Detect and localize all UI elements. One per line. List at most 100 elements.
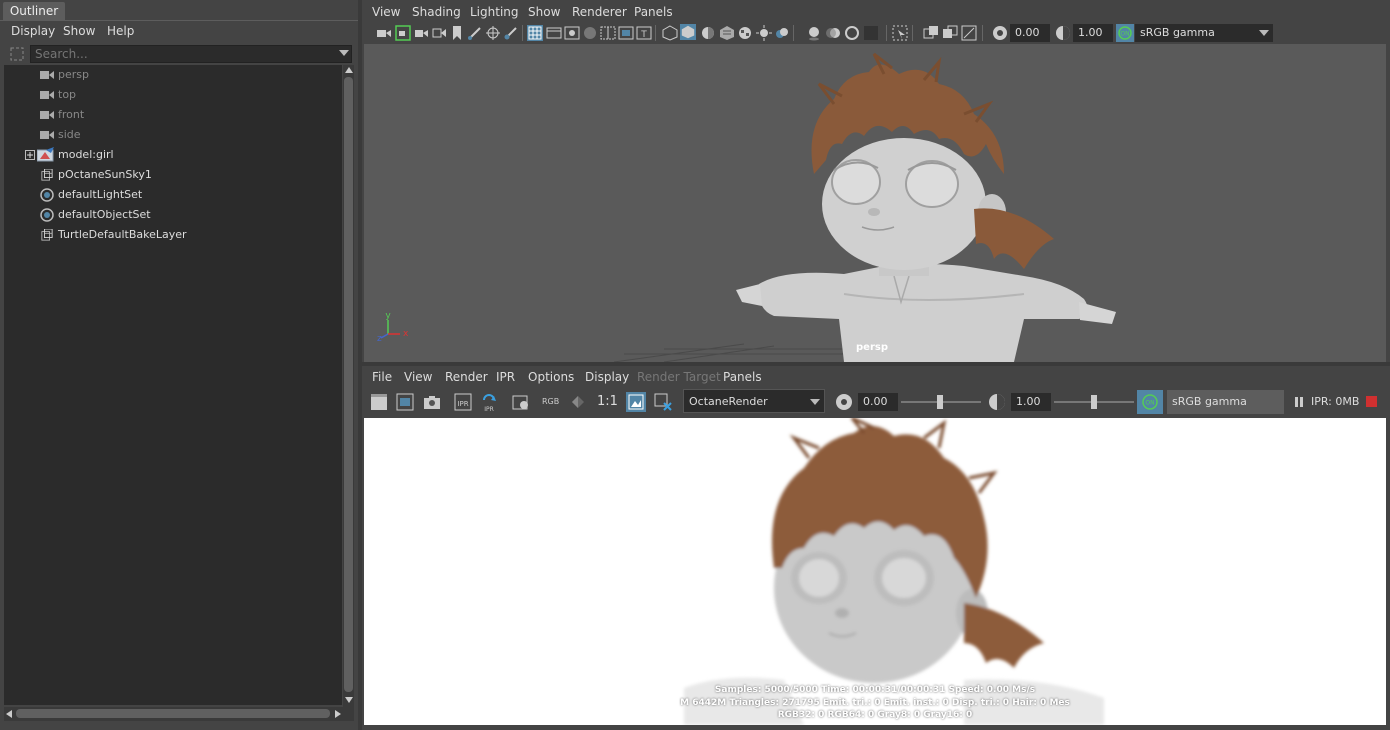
use-all-lights-icon[interactable]: [756, 25, 772, 41]
outliner-item-poctanesunsky1[interactable]: pOctaneSunSky1: [4, 165, 342, 185]
depth-of-field-icon[interactable]: [863, 25, 879, 41]
outliner-item-front[interactable]: front: [4, 105, 342, 125]
xray-icon[interactable]: [923, 25, 939, 41]
persp-viewport[interactable]: y x z persp: [364, 44, 1386, 362]
redo-render-icon[interactable]: [370, 393, 388, 411]
gate-mask-icon[interactable]: [582, 25, 598, 41]
field-chart-icon[interactable]: [600, 25, 616, 41]
render-menu-view[interactable]: View: [404, 367, 432, 387]
viewport-menu-show[interactable]: Show: [528, 2, 560, 22]
viewport-menu-shading[interactable]: Shading: [412, 2, 461, 22]
display-real-size-icon[interactable]: [626, 392, 646, 412]
outliner-menu-help[interactable]: Help: [107, 21, 134, 41]
pause-icon[interactable]: [1293, 396, 1305, 408]
xray-components-icon[interactable]: [961, 25, 977, 41]
exposure-icon[interactable]: [992, 25, 1008, 41]
chevron-down-icon[interactable]: [810, 399, 820, 405]
vertical-scroll-thumb[interactable]: [344, 77, 353, 692]
xray-joints-icon[interactable]: [942, 25, 958, 41]
camera-attributes-icon[interactable]: [395, 25, 411, 41]
exposure-icon[interactable]: [835, 393, 853, 411]
viewport-exposure-field[interactable]: 0.00: [1010, 24, 1050, 42]
screen-space-ao-icon[interactable]: [806, 25, 822, 41]
render-exposure-field[interactable]: 0.00: [858, 393, 898, 411]
render-region-icon[interactable]: [396, 393, 414, 411]
stop-render-button[interactable]: [1366, 396, 1377, 407]
gamma-icon[interactable]: [988, 393, 1006, 411]
outliner-horizontal-scrollbar[interactable]: [4, 707, 354, 721]
render-menu-ipr[interactable]: IPR: [496, 367, 515, 387]
render-menu-options[interactable]: Options: [528, 367, 574, 387]
color-management-toggle-icon[interactable]: ON: [1137, 390, 1163, 414]
render-menu-file[interactable]: File: [372, 367, 392, 387]
brush-icon[interactable]: [503, 25, 519, 41]
film-gate-icon[interactable]: [546, 25, 562, 41]
viewport-menu-lighting[interactable]: Lighting: [470, 2, 519, 22]
rgb-channel-label[interactable]: RGB: [542, 397, 559, 406]
ipr-render-icon[interactable]: IPR: [454, 393, 472, 411]
checker-icon[interactable]: [737, 25, 753, 41]
outliner-item-defaultobjectset[interactable]: defaultObjectSet: [4, 205, 342, 225]
safe-title-icon[interactable]: T: [636, 25, 652, 41]
outliner-menu-display[interactable]: Display: [11, 21, 55, 41]
viewport-menu-view[interactable]: View: [372, 2, 400, 22]
select-camera-icon[interactable]: [376, 25, 392, 41]
scroll-right-icon[interactable]: [335, 710, 341, 718]
scroll-up-icon[interactable]: [345, 67, 353, 73]
remove-image-icon[interactable]: [654, 393, 672, 411]
multisample-aa-icon[interactable]: [844, 25, 860, 41]
outliner-search-input[interactable]: [30, 45, 352, 63]
refresh-ipr-icon[interactable]: IPR: [480, 392, 498, 412]
outliner-item-side[interactable]: side: [4, 125, 342, 145]
grid-icon[interactable]: [527, 25, 543, 41]
horizontal-scroll-thumb[interactable]: [16, 709, 330, 718]
render-color-space-dropdown[interactable]: sRGB gamma: [1167, 390, 1284, 414]
shadows-icon[interactable]: [774, 25, 790, 41]
snapshot-icon[interactable]: [423, 393, 441, 411]
viewport-color-space-dropdown[interactable]: sRGB gamma: [1135, 24, 1273, 42]
resolution-gate-icon[interactable]: [564, 25, 580, 41]
exposure-slider-handle[interactable]: [937, 395, 943, 409]
render-settings-icon[interactable]: [512, 393, 530, 411]
gamma-icon[interactable]: [1055, 25, 1071, 41]
renderer-dropdown[interactable]: OctaneRender: [683, 389, 825, 413]
smooth-shade-icon[interactable]: [680, 24, 696, 40]
render-view-image[interactable]: Samples: 5000/5000 Time: 00:00:31/00:00:…: [364, 418, 1386, 725]
textured-icon[interactable]: [719, 25, 735, 41]
gamma-slider-handle[interactable]: [1091, 395, 1097, 409]
motion-blur-icon[interactable]: [825, 25, 841, 41]
2d-pan-zoom-icon[interactable]: [485, 25, 501, 41]
image-plane-icon[interactable]: [431, 25, 447, 41]
outliner-item-turtledefaultbakelayer[interactable]: TurtleDefaultBakeLayer: [4, 225, 342, 245]
bookmark-camera-icon[interactable]: [413, 25, 429, 41]
scroll-down-icon[interactable]: [345, 697, 353, 703]
viewport-menu-renderer[interactable]: Renderer: [572, 2, 627, 22]
viewport-menu-panels[interactable]: Panels: [634, 2, 673, 22]
isolate-select-icon[interactable]: [892, 25, 908, 41]
grease-pencil-icon[interactable]: [467, 25, 483, 41]
safe-action-icon[interactable]: [618, 25, 634, 41]
alpha-channel-icon[interactable]: [570, 394, 586, 410]
outliner-item-defaultlightset[interactable]: defaultLightSet: [4, 185, 342, 205]
one-to-one-button[interactable]: 1:1: [597, 394, 618, 409]
outliner-item-model-girl[interactable]: model:girl: [4, 145, 342, 165]
outliner-item-top[interactable]: top: [4, 85, 342, 105]
chevron-down-icon[interactable]: [1259, 30, 1269, 36]
wireframe-icon[interactable]: [662, 25, 678, 41]
search-options-chevron-icon[interactable]: [339, 50, 349, 58]
render-menu-display[interactable]: Display: [585, 367, 629, 387]
default-material-icon[interactable]: [700, 25, 716, 41]
bookmark-icon[interactable]: [449, 25, 465, 41]
panel-splitter-horizontal[interactable]: [362, 362, 1390, 366]
color-management-toggle-icon[interactable]: ON: [1116, 24, 1134, 42]
outliner-item-persp[interactable]: persp: [4, 65, 342, 85]
render-menu-panels[interactable]: Panels: [723, 367, 762, 387]
filter-icon[interactable]: [9, 46, 25, 62]
render-menu-render[interactable]: Render: [445, 367, 488, 387]
outliner-tab[interactable]: Outliner: [3, 2, 65, 20]
scroll-left-icon[interactable]: [6, 710, 12, 718]
expand-plus-icon[interactable]: [25, 150, 35, 160]
outliner-vertical-scrollbar[interactable]: [343, 65, 354, 707]
render-gamma-field[interactable]: 1.00: [1011, 393, 1051, 411]
outliner-menu-show[interactable]: Show: [63, 21, 95, 41]
